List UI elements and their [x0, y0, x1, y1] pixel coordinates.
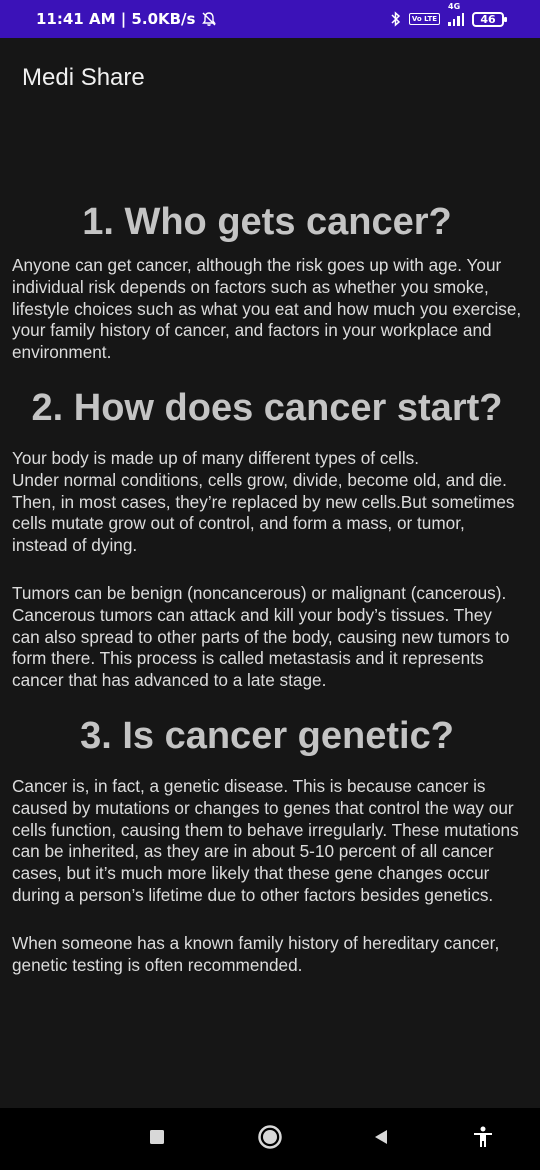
accessibility-button[interactable]	[466, 1122, 500, 1156]
section-2-paragraph-2: Tumors can be benign (noncancerous) or m…	[12, 582, 515, 691]
back-triangle-icon	[373, 1129, 389, 1150]
accessibility-icon	[473, 1126, 493, 1153]
bluetooth-icon	[391, 11, 401, 27]
section-heading-3: 3. Is cancer genetic?	[80, 714, 454, 757]
home-circle-icon	[257, 1124, 283, 1155]
status-bar: 11:41 AM | 5.0KB/s Vo LTE 4G 46	[0, 0, 540, 38]
recents-button[interactable]	[140, 1124, 174, 1154]
section-heading-2: 2. How does cancer start?	[31, 386, 503, 429]
system-navigation-bar	[0, 1108, 540, 1170]
battery-icon: 46	[472, 11, 507, 27]
battery-level: 46	[480, 12, 496, 26]
app-title: Medi Share	[22, 64, 145, 91]
section-1-paragraph-1: Anyone can get cancer, although the risk…	[12, 255, 526, 363]
section-3-paragraph-2: When someone has a known family history …	[12, 932, 504, 975]
section-3-paragraph-1: Cancer is, in fact, a genetic disease. T…	[12, 775, 524, 905]
bell-muted-icon	[201, 11, 217, 27]
recents-square-icon	[149, 1129, 165, 1150]
status-time-speed: 11:41 AM | 5.0KB/s	[36, 10, 196, 28]
back-button[interactable]	[364, 1124, 398, 1154]
section-2-paragraph-1: Your body is made up of many different t…	[12, 447, 515, 556]
volte-badge: Vo LTE	[408, 13, 440, 25]
home-button[interactable]	[250, 1122, 290, 1156]
section-heading-1: 1. Who gets cancer?	[82, 201, 452, 243]
network-type: 4G	[448, 2, 461, 11]
app-bar: Medi Share	[0, 38, 540, 116]
cell-signal-icon: 4G	[448, 2, 464, 26]
article-content: 1. Who gets cancer? Anyone can get cance…	[12, 116, 522, 976]
